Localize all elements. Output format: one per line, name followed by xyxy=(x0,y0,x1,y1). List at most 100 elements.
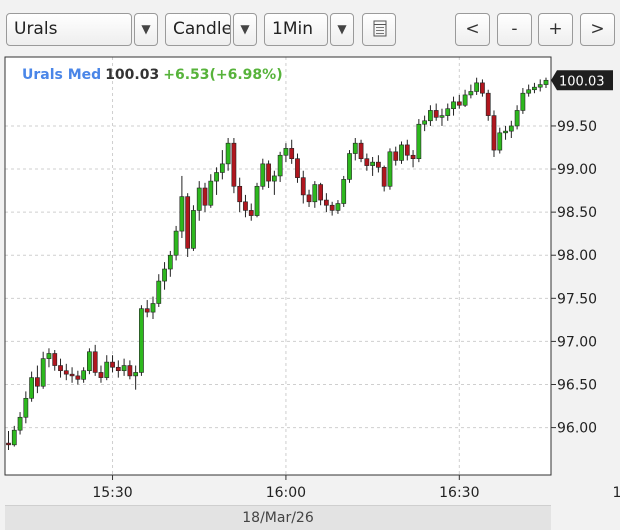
zoom-out-button[interactable]: - xyxy=(497,13,532,46)
legend-change: +6.53(+6.98%) xyxy=(163,67,282,83)
chart-type-combo[interactable]: Candle xyxy=(165,13,231,46)
candle-body xyxy=(376,161,381,168)
y-tick-label: 96.00 xyxy=(557,421,597,437)
candlestick-chart[interactable]: 96.00 96.50 97.00 97.50 98.00 98.50 99.00 99.50… xyxy=(0,52,620,505)
candle-body xyxy=(295,158,300,178)
candle-body xyxy=(329,204,335,211)
candle-body xyxy=(462,94,468,106)
scroll-left-button[interactable]: < xyxy=(455,13,490,46)
candle-body xyxy=(139,308,144,373)
candle-body xyxy=(537,84,543,88)
candle-body xyxy=(231,142,237,187)
candle-body xyxy=(179,196,185,232)
candle-body xyxy=(381,167,387,187)
candle-body xyxy=(289,148,295,159)
toolbar: Urals ▼ Candle ▼ 1Min ▼ < - + > xyxy=(0,0,620,52)
candle-body xyxy=(514,110,520,127)
candle-body xyxy=(104,361,110,378)
candle-body xyxy=(404,144,410,156)
candle-body xyxy=(480,82,485,94)
candle-body xyxy=(40,358,46,387)
candle xyxy=(387,148,393,190)
candle xyxy=(341,175,347,207)
candle-body xyxy=(58,365,63,372)
last-price-marker: 100.03 xyxy=(551,70,613,91)
interval-combo[interactable]: 1Min xyxy=(264,13,328,46)
candle-body xyxy=(208,180,214,206)
candle-body xyxy=(306,194,312,203)
symbol-dropdown-button[interactable]: ▼ xyxy=(134,13,158,46)
candle-body xyxy=(81,370,87,380)
candle-body xyxy=(266,163,271,182)
symbol-value: Urals xyxy=(14,19,58,39)
candle-body xyxy=(347,153,352,180)
candle-body xyxy=(75,375,81,380)
candle-body xyxy=(370,161,375,166)
date-label: 18/Mar/26 xyxy=(242,510,314,526)
candle-body xyxy=(243,201,248,211)
candle-body xyxy=(526,89,532,94)
zoom-in-button[interactable]: + xyxy=(538,13,573,46)
candle-body xyxy=(422,120,428,125)
candle-body xyxy=(543,79,549,85)
candle-body xyxy=(191,210,196,249)
candle-body xyxy=(6,442,11,446)
candle xyxy=(399,141,404,164)
candle-body xyxy=(156,280,162,304)
candle-body xyxy=(196,187,202,211)
candle-body xyxy=(428,110,433,122)
candle-body xyxy=(87,351,92,372)
interval-dropdown-button[interactable]: ▼ xyxy=(330,13,354,46)
y-tick-label: 99.50 xyxy=(557,119,597,135)
chart-area[interactable]: 96.00 96.50 97.00 97.50 98.00 98.50 99.00 99.50… xyxy=(0,52,620,509)
legend-price: 100.03 xyxy=(105,67,159,83)
candle-body xyxy=(11,429,17,446)
candle-body xyxy=(323,199,329,206)
candle-body xyxy=(445,108,451,116)
symbol-combo[interactable]: Urals xyxy=(6,13,132,46)
candle-body xyxy=(312,184,318,203)
candle-body xyxy=(162,268,167,282)
candle-body xyxy=(98,372,104,378)
candle-body xyxy=(237,185,243,203)
candle-body xyxy=(387,151,393,187)
candle-body xyxy=(254,185,260,216)
candle-body xyxy=(503,130,508,134)
candle xyxy=(416,119,422,163)
candle-body xyxy=(439,115,445,118)
candle-body xyxy=(358,142,364,159)
candle-body xyxy=(202,187,208,206)
interval-value: 1Min xyxy=(272,19,313,39)
candle-body xyxy=(115,366,121,372)
candle-body xyxy=(29,377,34,399)
candle-body xyxy=(335,203,341,211)
candle xyxy=(139,305,144,376)
x-tick-label: 16:00 xyxy=(266,485,306,501)
candle-body xyxy=(497,132,503,151)
candle xyxy=(347,150,352,183)
candle-body xyxy=(416,123,422,159)
candle-body xyxy=(219,163,225,173)
legend: Urals Med 100.03 +6.53(+6.98%) xyxy=(22,67,283,83)
legend-name: Urals Med xyxy=(22,67,101,83)
chart-type-dropdown-button[interactable]: ▼ xyxy=(233,13,257,46)
candle-body xyxy=(532,86,537,91)
candle-body xyxy=(167,254,173,270)
candle xyxy=(173,225,179,261)
scroll-right-button[interactable]: > xyxy=(580,13,615,46)
candle-body xyxy=(121,365,127,372)
candle xyxy=(254,182,260,218)
data-table-button[interactable] xyxy=(362,13,396,46)
candle-body xyxy=(520,92,526,111)
x-tick-label: 15:30 xyxy=(92,485,132,501)
candle-body xyxy=(69,373,75,377)
candle-body xyxy=(92,351,98,373)
candle-body xyxy=(410,154,416,159)
candle-body xyxy=(52,353,58,366)
candle-body xyxy=(185,196,191,249)
candle xyxy=(491,110,497,157)
candle-body xyxy=(352,142,358,154)
chevron-down-icon: ▼ xyxy=(141,22,151,36)
candle-body xyxy=(173,230,179,256)
candle-body xyxy=(283,148,289,156)
